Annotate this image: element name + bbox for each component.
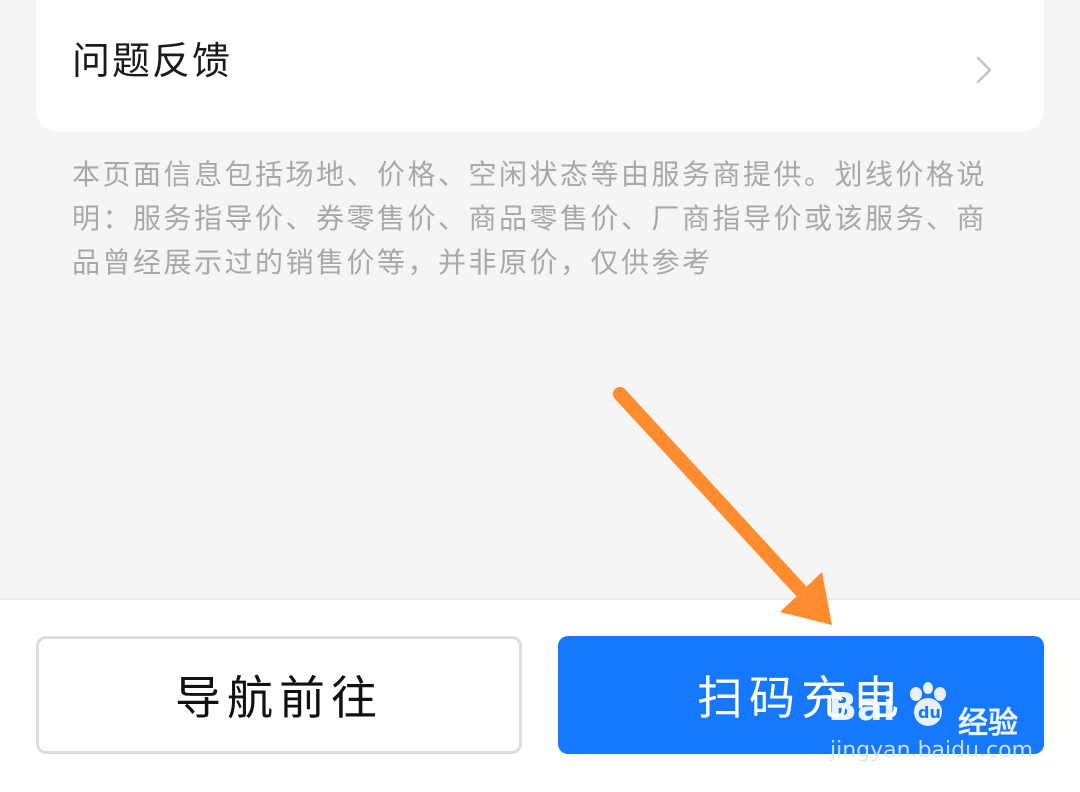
bottom-action-bar: 导航前往 扫码充电 xyxy=(0,598,1080,792)
scan-charge-button[interactable]: 扫码充电 xyxy=(558,636,1044,754)
price-disclaimer: 本页面信息包括场地、价格、空闲状态等由服务商提供。划线价格说明：服务指导价、券零… xyxy=(72,158,988,279)
chevron-right-icon xyxy=(976,56,992,84)
feedback-row[interactable]: 问题反馈 xyxy=(36,0,1044,132)
navigate-button[interactable]: 导航前往 xyxy=(36,636,522,754)
feedback-label: 问题反馈 xyxy=(72,39,233,83)
